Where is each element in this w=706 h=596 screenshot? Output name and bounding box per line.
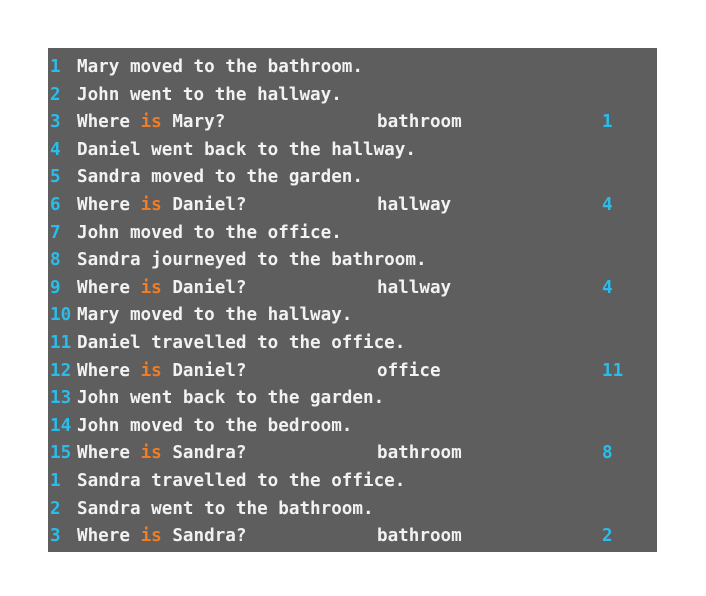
statement-text: John went to the hallway. bbox=[77, 84, 342, 105]
question-text: Where is Sandra? bbox=[77, 523, 247, 551]
line-number: 5 bbox=[50, 167, 61, 188]
statement-text: Mary moved to the hallway. bbox=[77, 305, 353, 326]
supporting-fact-index: 11 bbox=[602, 360, 624, 381]
keyword-highlight: is bbox=[140, 526, 162, 547]
babi-story-panel: 1 Mary moved to the bathroom. 2 John went t… bbox=[48, 48, 657, 552]
story-statement-line: 10 Mary moved to the hallway. bbox=[48, 302, 657, 330]
story-question-line: 15 Where is Sandra? bathroom 8 bbox=[48, 440, 657, 468]
question-suffix: Daniel? bbox=[161, 194, 247, 215]
story-statement-line: 7 John moved to the office. bbox=[48, 220, 657, 248]
story-statement-line: 2 Sandra went to the bathroom. bbox=[48, 496, 657, 524]
supporting-fact-index: 8 bbox=[602, 443, 613, 464]
statement-text: Daniel went back to the hallway. bbox=[77, 139, 416, 160]
answer-text: bathroom bbox=[377, 443, 462, 464]
keyword-highlight: is bbox=[140, 194, 162, 215]
supporting-fact-index: 4 bbox=[602, 194, 613, 215]
statement-text: Mary moved to the bathroom. bbox=[77, 57, 363, 77]
line-number: 12 bbox=[50, 360, 72, 381]
question-prefix: Where bbox=[77, 194, 141, 215]
story-statement-line: 5 Sandra moved to the garden. bbox=[48, 164, 657, 192]
line-number: 6 bbox=[50, 194, 61, 215]
supporting-fact-index: 1 bbox=[602, 112, 613, 133]
statement-text: Sandra moved to the garden. bbox=[77, 167, 363, 188]
story-question-line: 6 Where is Daniel? hallway 4 bbox=[48, 192, 657, 220]
question-text: Where is Sandra? bbox=[77, 440, 247, 468]
line-number: 11 bbox=[50, 332, 72, 353]
story-question-line: 9 Where is Daniel? hallway 4 bbox=[48, 275, 657, 303]
question-suffix: Sandra? bbox=[161, 526, 247, 547]
question-text: Where is Daniel? bbox=[77, 275, 247, 303]
story-question-line: 3 Where is Mary? bathroom 1 bbox=[48, 109, 657, 137]
story-statement-line: 2 John went to the hallway. bbox=[48, 82, 657, 110]
question-suffix: Daniel? bbox=[161, 360, 247, 381]
statement-text: Sandra travelled to the office. bbox=[77, 470, 406, 491]
line-number: 2 bbox=[50, 498, 61, 519]
line-number: 13 bbox=[50, 388, 72, 409]
line-number: 3 bbox=[50, 526, 61, 547]
question-suffix: Sandra? bbox=[161, 443, 247, 464]
keyword-highlight: is bbox=[140, 112, 162, 133]
statement-text: John moved to the office. bbox=[77, 222, 342, 243]
statement-text: Sandra journeyed to the bathroom. bbox=[77, 250, 427, 271]
answer-text: hallway bbox=[377, 277, 452, 298]
question-prefix: Where bbox=[77, 112, 141, 133]
line-number: 4 bbox=[50, 139, 61, 160]
supporting-fact-index: 2 bbox=[602, 526, 613, 547]
supporting-fact-index: 4 bbox=[602, 277, 613, 298]
question-suffix: Daniel? bbox=[161, 277, 247, 298]
story-statement-line: 13 John went back to the garden. bbox=[48, 385, 657, 413]
answer-text: hallway bbox=[377, 194, 452, 215]
line-number: 3 bbox=[50, 112, 61, 133]
line-number: 7 bbox=[50, 222, 61, 243]
line-number: 8 bbox=[50, 250, 61, 271]
line-number: 1 bbox=[50, 57, 61, 77]
story-question-line: 12 Where is Daniel? office 11 bbox=[48, 358, 657, 386]
question-text: Where is Daniel? bbox=[77, 358, 247, 386]
statement-text: John moved to the bedroom. bbox=[77, 415, 353, 436]
story-statement-line: 1 Mary moved to the bathroom. bbox=[48, 54, 657, 82]
line-number: 2 bbox=[50, 84, 61, 105]
question-prefix: Where bbox=[77, 360, 141, 381]
story-statement-line: 1 Sandra travelled to the office. bbox=[48, 468, 657, 496]
question-prefix: Where bbox=[77, 277, 141, 298]
line-number: 1 bbox=[50, 470, 61, 491]
statement-text: Sandra went to the bathroom. bbox=[77, 498, 374, 519]
question-prefix: Where bbox=[77, 526, 141, 547]
statement-text: John went back to the garden. bbox=[77, 388, 385, 409]
statement-text: Daniel travelled to the office. bbox=[77, 332, 406, 353]
line-number: 9 bbox=[50, 277, 61, 298]
question-text: Where is Mary? bbox=[77, 109, 225, 137]
question-suffix: Mary? bbox=[161, 112, 226, 133]
answer-text: bathroom bbox=[377, 112, 462, 133]
line-number: 10 bbox=[50, 305, 72, 326]
answer-text: office bbox=[377, 360, 441, 381]
keyword-highlight: is bbox=[140, 277, 162, 298]
keyword-highlight: is bbox=[140, 360, 162, 381]
answer-text: bathroom bbox=[377, 526, 462, 547]
story-statement-line: 14 John moved to the bedroom. bbox=[48, 413, 657, 441]
story-statement-line: 11 Daniel travelled to the office. bbox=[48, 330, 657, 358]
keyword-highlight: is bbox=[140, 443, 162, 464]
story-statement-line: 8 Sandra journeyed to the bathroom. bbox=[48, 247, 657, 275]
story-statement-line: 4 Daniel went back to the hallway. bbox=[48, 137, 657, 165]
story-question-line: 3 Where is Sandra? bathroom 2 bbox=[48, 523, 657, 551]
line-number: 15 bbox=[50, 443, 72, 464]
line-number: 14 bbox=[50, 415, 72, 436]
question-prefix: Where bbox=[77, 443, 141, 464]
question-text: Where is Daniel? bbox=[77, 192, 247, 220]
